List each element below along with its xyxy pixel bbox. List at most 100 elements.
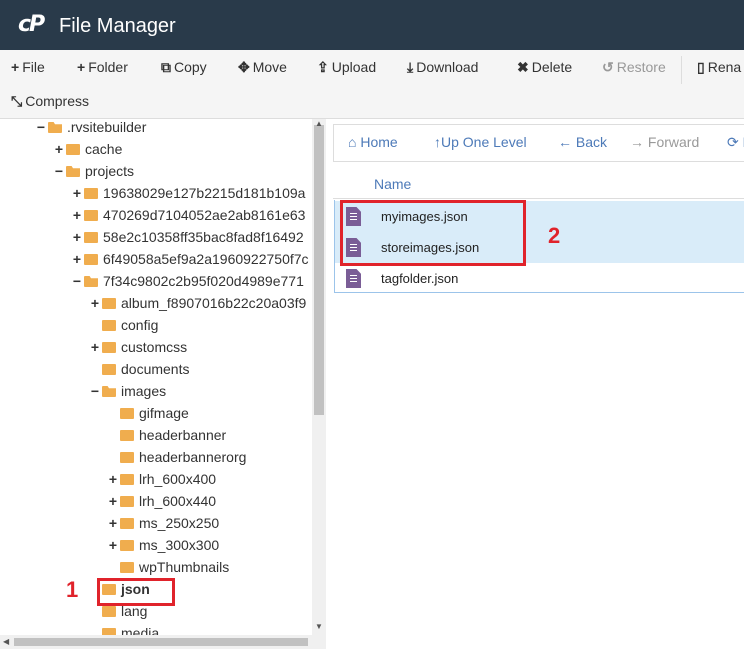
toolbar-separator	[681, 56, 682, 84]
expand-icon[interactable]: +	[72, 183, 82, 203]
expand-icon[interactable]: +	[72, 249, 82, 269]
compress-icon: ⤡	[11, 93, 23, 109]
folder-tree: − .rvsitebuilder + cache − projects +196380…	[0, 119, 312, 635]
collapse-icon[interactable]: −	[54, 161, 64, 181]
folder-icon	[84, 188, 98, 199]
arrow-left-icon: ←	[558, 134, 572, 150]
rename-button[interactable]: ▯ Rena	[697, 59, 741, 76]
upload-icon: ⇪	[317, 59, 329, 75]
expand-icon[interactable]: +	[108, 513, 118, 533]
tree-node[interactable]: documents	[90, 359, 189, 379]
scroll-up-icon[interactable]: ▲	[315, 119, 323, 128]
folder-icon	[120, 408, 134, 419]
home-button[interactable]: ⌂ Home	[348, 134, 398, 150]
tree-node[interactable]: +6f49058a5ef9a2a1960922750f7c	[72, 249, 309, 269]
folder-open-icon	[48, 122, 62, 133]
folder-icon	[66, 144, 80, 155]
tree-node[interactable]: + ms_300x300	[108, 535, 219, 555]
upload-button[interactable]: ⇪ Upload	[317, 59, 376, 76]
compress-button[interactable]: ⤡ Compress	[11, 93, 89, 110]
app-title: File Manager	[59, 15, 176, 37]
folder-icon	[102, 628, 116, 635]
highlight-box-json	[97, 578, 175, 606]
tree-node[interactable]: − .rvsitebuilder	[36, 119, 146, 137]
forward-button[interactable]: → Forward	[630, 134, 699, 150]
tree-node[interactable]: +19638029e127b2215d181b109a	[72, 183, 306, 203]
tree-node[interactable]: + lrh_600x440	[108, 491, 216, 511]
scroll-down-icon[interactable]: ▼	[315, 622, 323, 631]
tree-node[interactable]: − images	[90, 381, 166, 401]
folder-icon	[102, 298, 116, 309]
folder-icon	[84, 232, 98, 243]
plus-icon: +	[11, 59, 20, 75]
new-file-button[interactable]: + File	[11, 59, 45, 75]
tree-node[interactable]: + lrh_600x400	[108, 469, 216, 489]
folder-icon	[120, 452, 134, 463]
expand-icon[interactable]: +	[72, 227, 82, 247]
copy-icon: ⧉	[161, 59, 171, 75]
folder-icon	[120, 430, 134, 441]
move-icon: ✥	[238, 59, 250, 75]
collapse-icon[interactable]: −	[36, 119, 46, 137]
folder-icon	[120, 562, 134, 573]
collapse-icon[interactable]: −	[72, 271, 82, 291]
folder-open-icon	[102, 386, 116, 397]
expand-icon[interactable]: +	[54, 139, 64, 159]
delete-button[interactable]: ✖ Delete	[517, 59, 572, 76]
folder-icon	[120, 496, 134, 507]
scroll-left-icon[interactable]: ◀	[3, 637, 9, 646]
tree-node[interactable]: + cache	[54, 139, 122, 159]
tree-node[interactable]: +58e2c10358ff35bac8fad8f16492	[72, 227, 304, 247]
folder-icon	[120, 540, 134, 551]
back-button[interactable]: ← Back	[558, 134, 607, 150]
new-folder-button[interactable]: + Folder	[77, 59, 128, 75]
file-list-header: Name	[333, 168, 744, 199]
reload-button[interactable]: ⟳ R	[727, 134, 744, 151]
tree-node[interactable]: headerbannerorg	[108, 447, 246, 467]
expand-icon[interactable]: +	[108, 535, 118, 555]
tree-node[interactable]: headerbanner	[108, 425, 226, 445]
file-text-icon	[346, 269, 361, 288]
annotation-number-2: 2	[548, 223, 561, 248]
folder-icon	[102, 606, 116, 617]
folder-icon	[84, 254, 98, 265]
column-name[interactable]: Name	[374, 176, 411, 192]
tree-horizontal-scrollbar[interactable]: ◀	[0, 635, 326, 649]
file-row[interactable]: tagfolder.json	[335, 263, 744, 294]
home-icon: ⌂	[348, 134, 357, 150]
tree-node[interactable]: +470269d7104052ae2ab8161e63	[72, 205, 306, 225]
folder-icon	[102, 364, 116, 375]
restore-button[interactable]: ↺ Restore	[602, 59, 666, 76]
highlight-box-files	[340, 200, 526, 266]
tree-node[interactable]: + customcss	[90, 337, 187, 357]
app-header: cP File Manager	[0, 0, 744, 50]
tree-node[interactable]: −7f34c9802c2b95f020d4989e771	[72, 271, 304, 291]
arrow-up-icon: ↑	[434, 134, 441, 150]
collapse-icon[interactable]: −	[90, 381, 100, 401]
copy-button[interactable]: ⧉ Copy	[161, 59, 207, 76]
expand-icon[interactable]: +	[108, 469, 118, 489]
move-button[interactable]: ✥ Move	[238, 59, 287, 76]
expand-icon[interactable]: +	[72, 205, 82, 225]
plus-icon: +	[77, 59, 86, 75]
tree-node[interactable]: wpThumbnails	[108, 557, 229, 577]
tree-node[interactable]: + ms_250x250	[108, 513, 219, 533]
expand-icon[interactable]: +	[90, 293, 100, 313]
tree-node[interactable]: media	[90, 623, 159, 635]
tree-vertical-scrollbar[interactable]: ▲ ▼	[312, 119, 326, 635]
folder-icon	[102, 320, 116, 331]
folder-icon	[84, 210, 98, 221]
download-button[interactable]: ⤓ Download	[407, 59, 478, 76]
up-one-level-button[interactable]: ↑Up One Level	[434, 134, 527, 150]
tree-node[interactable]: gifmage	[108, 403, 189, 423]
folder-icon	[120, 518, 134, 529]
expand-icon[interactable]: +	[90, 337, 100, 357]
tree-node[interactable]: + album_f8907016b22c20a03f9	[90, 293, 306, 313]
expand-icon[interactable]: +	[108, 491, 118, 511]
scroll-thumb[interactable]	[14, 638, 308, 646]
scroll-thumb[interactable]	[314, 125, 324, 415]
tree-node[interactable]: − projects	[54, 161, 134, 181]
tree-node[interactable]: config	[90, 315, 158, 335]
reload-icon: ⟳	[727, 134, 739, 150]
restore-icon: ↺	[602, 59, 614, 75]
